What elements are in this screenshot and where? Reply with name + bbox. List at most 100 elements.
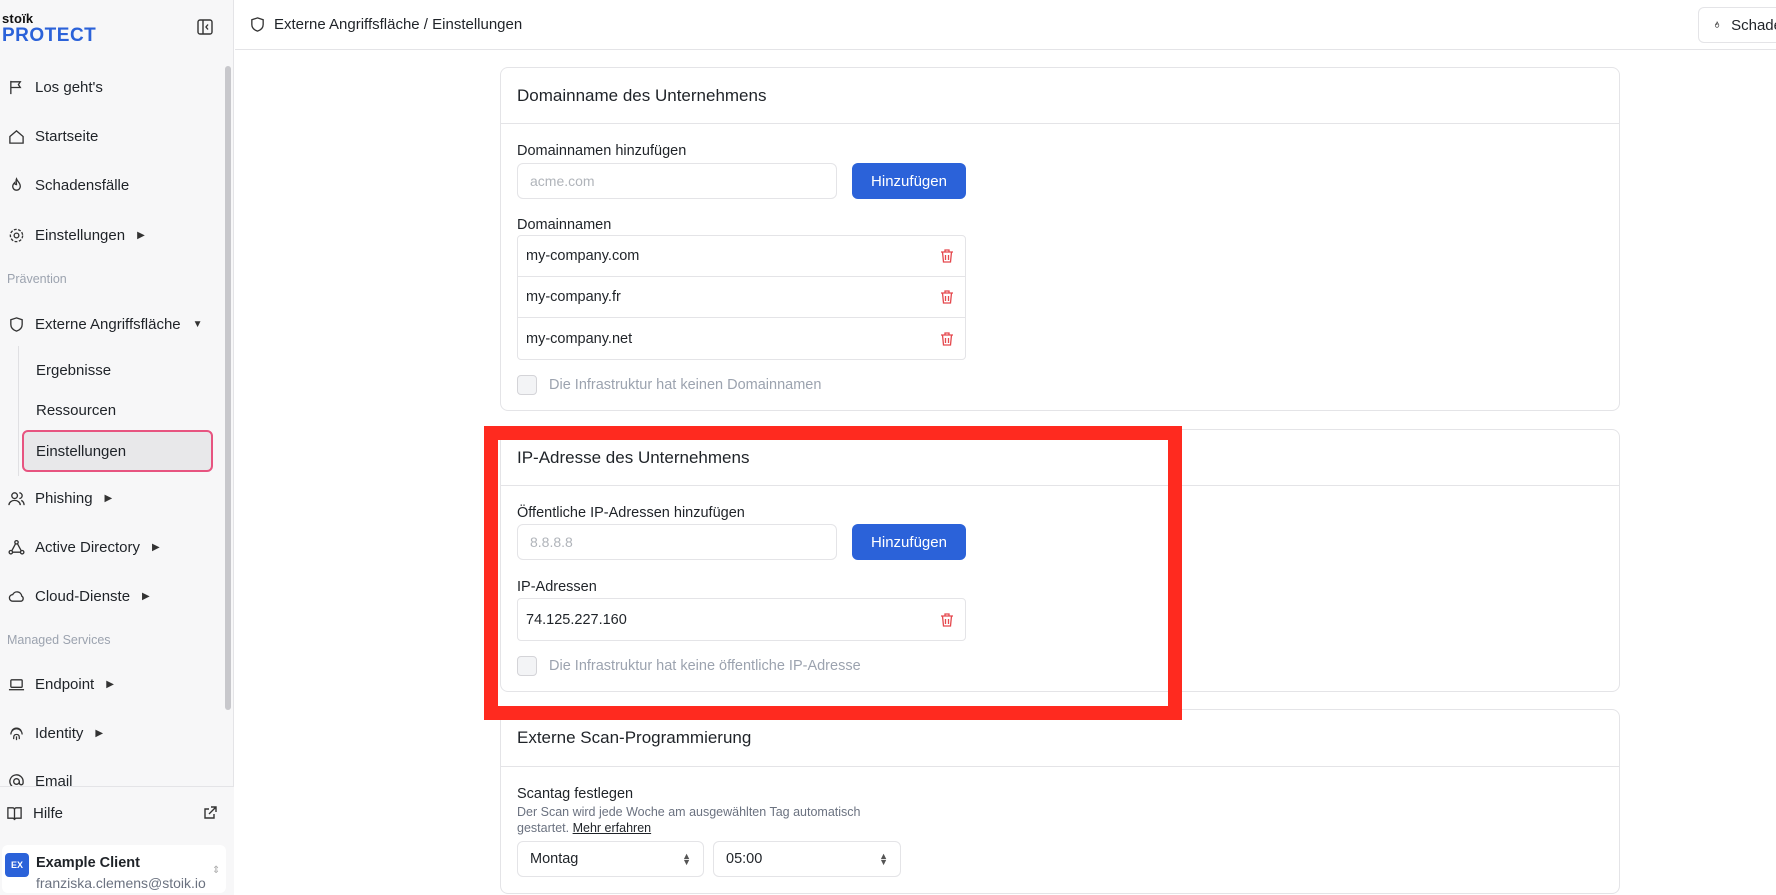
- sidebar-item-startseite[interactable]: Startseite: [8, 120, 98, 152]
- sidebar-subitem-einstellungen[interactable]: Einstellungen: [22, 430, 213, 472]
- sidebar-subitem-label: Ergebnisse: [36, 361, 112, 379]
- sidebar-item-email[interactable]: Email: [8, 765, 73, 786]
- caret-right-icon: ▶: [152, 541, 160, 553]
- sidebar-item-externe-angriffsflaeche[interactable]: Externe Angriffsfläche ▼: [8, 308, 203, 340]
- domain-list: my-company.com my-company.fr my-company.…: [517, 235, 966, 360]
- sidebar-item-identity[interactable]: Identity ▶: [8, 717, 103, 749]
- logo-top-text: stoïk: [2, 11, 34, 26]
- no-domain-checkbox[interactable]: [517, 375, 537, 395]
- card-divider: [501, 123, 1619, 124]
- sidebar-nav: Los geht's Startseite Schadensfälle Eins…: [0, 62, 222, 786]
- home-icon: [9, 129, 24, 144]
- trash-icon[interactable]: [939, 331, 955, 347]
- topbar: Externe Angriffsfläche / Einstellungen S…: [235, 0, 1776, 50]
- learn-more-link[interactable]: Mehr erfahren: [573, 821, 652, 835]
- shield-icon: [10, 316, 23, 332]
- caret-right-icon: ▶: [142, 590, 150, 602]
- account-switcher[interactable]: EX Example Client franziska.clemens@stoi…: [2, 845, 226, 893]
- sidebar-item-label: Phishing: [35, 489, 93, 507]
- breadcrumb-text: Externe Angriffsfläche / Einstellungen: [274, 16, 523, 33]
- scan-hint-text: Der Scan wird jede Woche am ausgewählten…: [517, 805, 861, 835]
- section-label-managed-services: Managed Services: [7, 633, 111, 647]
- users-icon: [8, 491, 25, 505]
- sidebar-scrollbar[interactable]: [225, 66, 231, 710]
- domain-card-title: Domainname des Unternehmens: [517, 86, 767, 105]
- caret-right-icon: ▶: [104, 492, 113, 504]
- chevron-updown-icon: ▲ ▼: [879, 851, 888, 867]
- sidebar: stoïk PROTECT Los geht's Startseite Scha…: [0, 0, 234, 895]
- sidebar-item-schadensfaelle[interactable]: Schadensfälle: [8, 169, 129, 201]
- list-item: my-company.com: [518, 236, 965, 277]
- caret-right-icon: ▶: [106, 678, 114, 690]
- gear-icon: [9, 228, 24, 242]
- book-icon: [7, 807, 22, 821]
- sidebar-item-endpoint[interactable]: Endpoint ▶: [8, 668, 114, 700]
- logo: stoïk PROTECT: [2, 12, 96, 46]
- domain-value: my-company.fr: [526, 289, 621, 305]
- sidebar-subitem-label: Einstellungen: [36, 442, 127, 460]
- sidebar-footer: Hilfe EX Example Client franziska.clemen…: [0, 786, 234, 895]
- caret-right-icon: ▶: [95, 727, 104, 739]
- domain-value: my-company.net: [526, 330, 633, 347]
- breadcrumb: Externe Angriffsfläche / Einstellungen: [249, 16, 522, 33]
- no-domain-checkbox-row[interactable]: Die Infrastruktur hat keinen Domainnamen: [517, 375, 821, 395]
- sidebar-item-label: Active Directory: [35, 538, 141, 556]
- sidebar-item-label: Einstellungen: [35, 226, 126, 244]
- app-window: stoïk PROTECT Los geht's Startseite Scha…: [0, 0, 1776, 895]
- help-label: Hilfe: [33, 805, 64, 822]
- sidebar-item-label: Email: [35, 772, 73, 787]
- sidebar-item-cloud-dienste[interactable]: Cloud-Dienste ▶: [8, 580, 150, 612]
- trash-icon[interactable]: [939, 248, 955, 264]
- sidebar-item-label: Identity: [35, 724, 84, 742]
- add-domain-button[interactable]: Hinzufügen: [852, 163, 966, 199]
- sidebar-item-label: Los geht's: [35, 78, 103, 96]
- laptop-icon: [8, 678, 25, 690]
- help-link[interactable]: Hilfe: [6, 805, 63, 822]
- scan-hint: Der Scan wird jede Woche am ausgewählten…: [517, 804, 877, 836]
- account-name: Example Client: [36, 855, 140, 871]
- scan-card: Externe Scan-Programmierung Scantag fest…: [500, 709, 1620, 894]
- sidebar-subitem-ressourcen[interactable]: Ressourcen: [22, 390, 213, 430]
- account-email: franziska.clemens@stoik.io: [36, 875, 206, 891]
- sidebar-item-los-gehts[interactable]: Los geht's: [8, 71, 103, 103]
- flag-icon: [10, 80, 22, 94]
- at-icon: [9, 773, 24, 786]
- domain-input[interactable]: [517, 163, 837, 199]
- chevron-updown-icon: ▲ ▼: [682, 851, 691, 867]
- highlight-annotation: [484, 426, 1182, 720]
- network-icon: [8, 539, 25, 555]
- chevron-updown-icon: ⇕: [212, 865, 221, 876]
- sidebar-collapse-icon[interactable]: [196, 18, 214, 36]
- card-divider: [501, 766, 1619, 767]
- sidebar-subitem-ergebnisse[interactable]: Ergebnisse: [22, 350, 213, 390]
- scan-day-label: Scantag festlegen: [517, 786, 634, 802]
- scan-day-select[interactable]: Montag ▲ ▼: [517, 841, 704, 877]
- scan-card-title: Externe Scan-Programmierung: [517, 728, 752, 747]
- domain-add-label: Domainnamen hinzufügen: [517, 143, 687, 159]
- domain-list-label: Domainnamen: [517, 217, 612, 233]
- scan-day-value: Montag: [530, 851, 579, 867]
- avatar: EX: [5, 853, 29, 877]
- scan-time-select[interactable]: 05:00 ▲ ▼: [713, 841, 901, 877]
- list-item: my-company.net: [518, 318, 965, 359]
- sidebar-subitem-label: Ressourcen: [36, 401, 117, 419]
- shield-icon: [251, 17, 264, 32]
- domain-value: my-company.com: [526, 248, 640, 264]
- incident-button[interactable]: Schadensfall: [1698, 7, 1776, 43]
- cloud-icon: [8, 590, 24, 602]
- sidebar-item-label: Endpoint: [35, 675, 95, 693]
- sidebar-item-phishing[interactable]: Phishing ▶: [8, 482, 112, 514]
- caret-down-icon: ▼: [192, 318, 203, 330]
- sidebar-item-active-directory[interactable]: Active Directory ▶: [8, 531, 160, 563]
- external-link-icon[interactable]: [202, 805, 218, 821]
- section-label-praevention: Prävention: [7, 272, 67, 286]
- sidebar-item-label: Schadensfälle: [35, 176, 130, 194]
- submenu-rail: [18, 346, 19, 476]
- trash-icon[interactable]: [939, 289, 955, 305]
- sidebar-item-label: Externe Angriffsfläche: [35, 315, 181, 333]
- incident-button-label: Schadensfall: [1731, 16, 1776, 34]
- no-domain-checkbox-label: Die Infrastruktur hat keinen Domainnamen: [549, 377, 822, 393]
- domain-card: Domainname des Unternehmens Domainnamen …: [500, 67, 1620, 411]
- sidebar-item-einstellungen[interactable]: Einstellungen ▶: [8, 219, 145, 251]
- logo-bottom-text: PROTECT: [2, 25, 97, 46]
